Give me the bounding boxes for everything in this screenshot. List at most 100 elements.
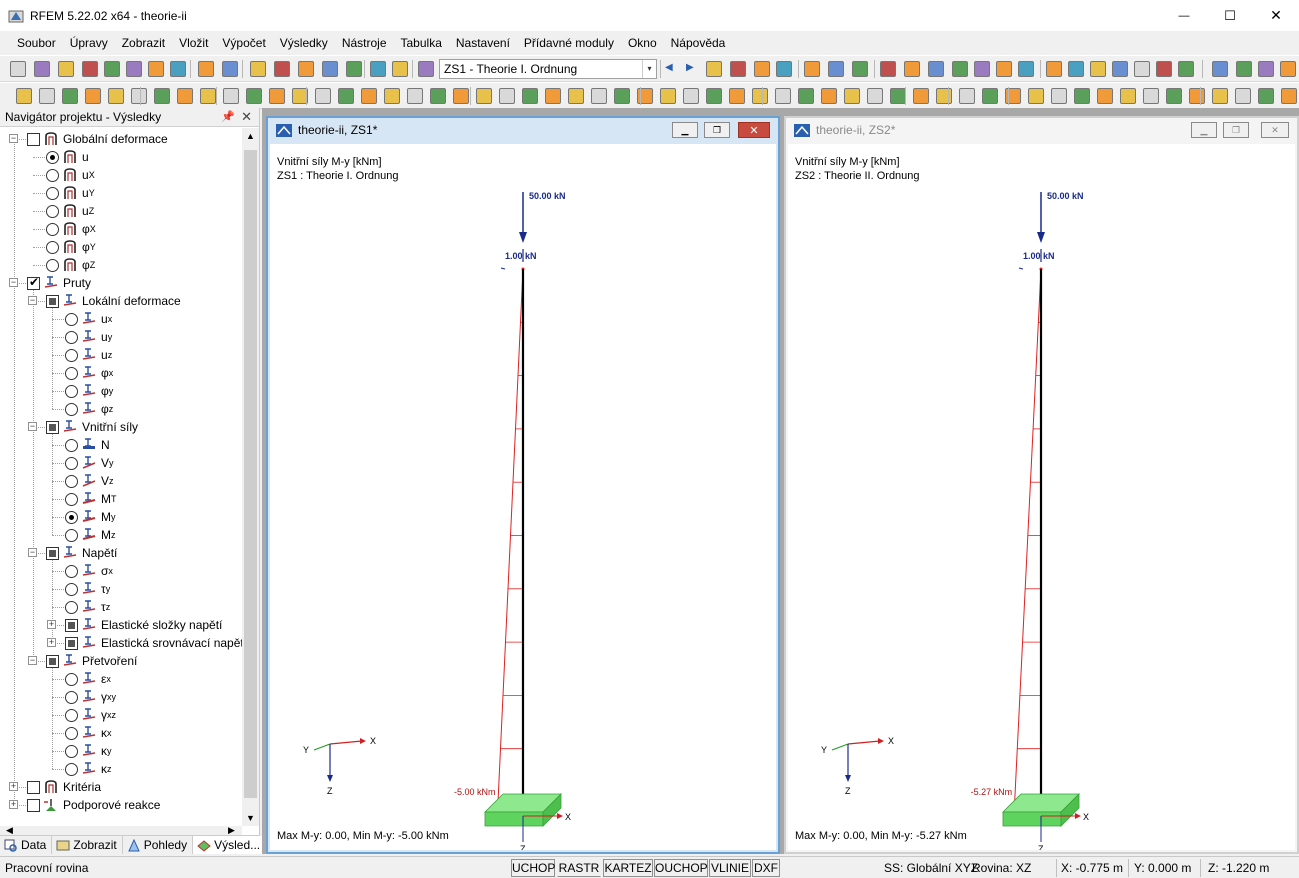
- toolbar-tool-icon[interactable]: [126, 61, 142, 77]
- toolbar-tool-icon[interactable]: [1189, 88, 1205, 104]
- toolbar-tool-icon[interactable]: [959, 88, 975, 104]
- tab-pohledy[interactable]: Pohledy: [123, 836, 194, 854]
- toolbar-tool-icon[interactable]: [104, 61, 120, 77]
- tree-item-tau-y[interactable]: τy: [0, 580, 240, 598]
- toolbar-tool-icon[interactable]: [322, 61, 338, 77]
- toolbar-tool-icon[interactable]: [660, 88, 676, 104]
- tree-item-globalni-deformace[interactable]: − Globální deformace: [0, 130, 240, 148]
- toolbar-tool-icon[interactable]: [852, 61, 868, 77]
- toolbar-tool-icon[interactable]: [39, 88, 55, 104]
- tree-item-napeti[interactable]: − Napětí: [0, 544, 240, 562]
- tree-item-elasticka-srovnavaci-napeti[interactable]: + Elastická srovnávací napět: [0, 634, 242, 652]
- toolbar-tool-icon[interactable]: [522, 88, 538, 104]
- toolbar-tool-icon[interactable]: [1074, 88, 1090, 104]
- menu-vlozit[interactable]: Vložit: [179, 36, 208, 50]
- tree-item-gamma-xz[interactable]: γ xz: [0, 706, 240, 724]
- radio-button[interactable]: [46, 168, 59, 182]
- toolbar-tool-icon[interactable]: [170, 61, 186, 77]
- close-button[interactable]: ✕: [1253, 0, 1299, 31]
- tree-item-force-n[interactable]: N: [0, 436, 240, 454]
- graphics-canvas[interactable]: Vnitřní síly M-y [kNm] ZS1 : Theorie I. …: [270, 144, 776, 850]
- toggle-dxf[interactable]: DXF: [752, 859, 780, 877]
- toolbar-tool-icon[interactable]: [752, 88, 768, 104]
- radio-button[interactable]: [65, 600, 78, 614]
- toolbar-tool-icon[interactable]: [222, 61, 238, 77]
- toolbar-tool-icon[interactable]: [298, 61, 314, 77]
- menu-upravy[interactable]: Úpravy: [70, 36, 108, 50]
- radio-button[interactable]: [46, 204, 59, 218]
- radio-button[interactable]: [65, 690, 78, 704]
- prev-load-case-icon[interactable]: ◀: [665, 62, 673, 73]
- tree-item-kappa-y[interactable]: κy: [0, 742, 240, 760]
- toolbar-tool-icon[interactable]: [828, 61, 844, 77]
- radio-button[interactable]: [46, 258, 59, 272]
- expand-icon[interactable]: +: [9, 800, 18, 809]
- toolbar-tool-icon[interactable]: [315, 88, 331, 104]
- toolbar-tool-icon[interactable]: [1258, 61, 1274, 77]
- expand-icon[interactable]: +: [47, 620, 56, 629]
- radio-button[interactable]: [65, 708, 78, 722]
- toolbar-tool-icon[interactable]: [499, 88, 515, 104]
- toolbar-tool-icon[interactable]: [370, 61, 386, 77]
- radio-button[interactable]: [65, 492, 78, 506]
- toolbar-tool-icon[interactable]: [904, 61, 920, 77]
- toolbar-tool-icon[interactable]: [198, 61, 214, 77]
- toolbar-tool-icon[interactable]: [798, 88, 814, 104]
- checkbox[interactable]: [27, 798, 40, 812]
- toolbar-tool-icon[interactable]: [1134, 61, 1150, 77]
- radio-button[interactable]: [65, 348, 78, 362]
- menu-pridavne-moduly[interactable]: Přídavné moduly: [524, 36, 614, 50]
- collapse-icon[interactable]: −: [9, 134, 18, 143]
- radio-button[interactable]: [46, 240, 59, 254]
- menu-nastroje[interactable]: Nástroje: [342, 36, 387, 50]
- toolbar-tool-icon[interactable]: [1028, 88, 1044, 104]
- toolbar-tool-icon[interactable]: [545, 88, 561, 104]
- tree-item-moment-mt[interactable]: MT: [0, 490, 240, 508]
- toolbar-tool-icon[interactable]: [730, 61, 746, 77]
- toolbar-tool-icon[interactable]: [177, 88, 193, 104]
- tree-item-pretvoreni[interactable]: − Přetvoření: [0, 652, 240, 670]
- toolbar-tool-icon[interactable]: [996, 61, 1012, 77]
- toolbar-tool-icon[interactable]: [10, 61, 26, 77]
- tree-item-elasticke-slozky-napeti[interactable]: + Elastické složky napětí: [0, 616, 240, 634]
- radio-button[interactable]: [65, 384, 78, 398]
- toolbar-tool-icon[interactable]: [250, 61, 266, 77]
- radio-button[interactable]: [65, 762, 78, 776]
- toolbar-tool-icon[interactable]: [418, 61, 434, 77]
- scroll-thumb[interactable]: [244, 150, 257, 798]
- pin-icon[interactable]: 📌: [221, 110, 235, 123]
- radio-button[interactable]: [46, 222, 59, 236]
- toolbar-tool-icon[interactable]: [338, 88, 354, 104]
- radio-button[interactable]: [65, 438, 78, 452]
- toolbar-tool-icon[interactable]: [246, 88, 262, 104]
- checkbox[interactable]: [27, 132, 40, 146]
- collapse-icon[interactable]: −: [28, 656, 37, 665]
- toggle-uchop[interactable]: UCHOP: [511, 859, 555, 877]
- navigator-scrollbar[interactable]: ▲ ▼: [242, 128, 259, 826]
- toolbar-tool-icon[interactable]: [1212, 88, 1228, 104]
- toolbar-tool-icon[interactable]: [804, 61, 820, 77]
- maximize-button[interactable]: ☐: [1207, 0, 1253, 31]
- tree-item-podporove-reakce[interactable]: + Podporové reakce: [0, 796, 240, 814]
- toolbar-tool-icon[interactable]: [1280, 61, 1296, 77]
- menu-napoveda[interactable]: Nápověda: [671, 36, 726, 50]
- radio-button[interactable]: [65, 726, 78, 740]
- toolbar-tool-icon[interactable]: [453, 88, 469, 104]
- radio-button[interactable]: [65, 312, 78, 326]
- radio-button[interactable]: [65, 744, 78, 758]
- radio-button[interactable]: [65, 474, 78, 488]
- expand-icon[interactable]: +: [47, 638, 56, 647]
- view-window-zs2[interactable]: theorie-ii, ZS2* ▁ ❐ ✕ Vnitřní síly M-y …: [784, 116, 1299, 854]
- toolbar-tool-icon[interactable]: [928, 61, 944, 77]
- tree-item-sigma-x[interactable]: σx: [0, 562, 240, 580]
- checkbox[interactable]: [46, 546, 59, 560]
- next-load-case-icon[interactable]: ▶: [686, 62, 694, 73]
- toolbar-tool-icon[interactable]: [591, 88, 607, 104]
- toolbar-tool-icon[interactable]: [384, 88, 400, 104]
- toolbar-tool-icon[interactable]: [683, 88, 699, 104]
- toolbar-tool-icon[interactable]: [890, 88, 906, 104]
- tree-item-gamma-xy[interactable]: γ xy: [0, 688, 240, 706]
- toolbar-tool-icon[interactable]: [148, 61, 164, 77]
- tree-item-vnitrni-sily[interactable]: − Vnitřní síly: [0, 418, 240, 436]
- toolbar-tool-icon[interactable]: [1156, 61, 1172, 77]
